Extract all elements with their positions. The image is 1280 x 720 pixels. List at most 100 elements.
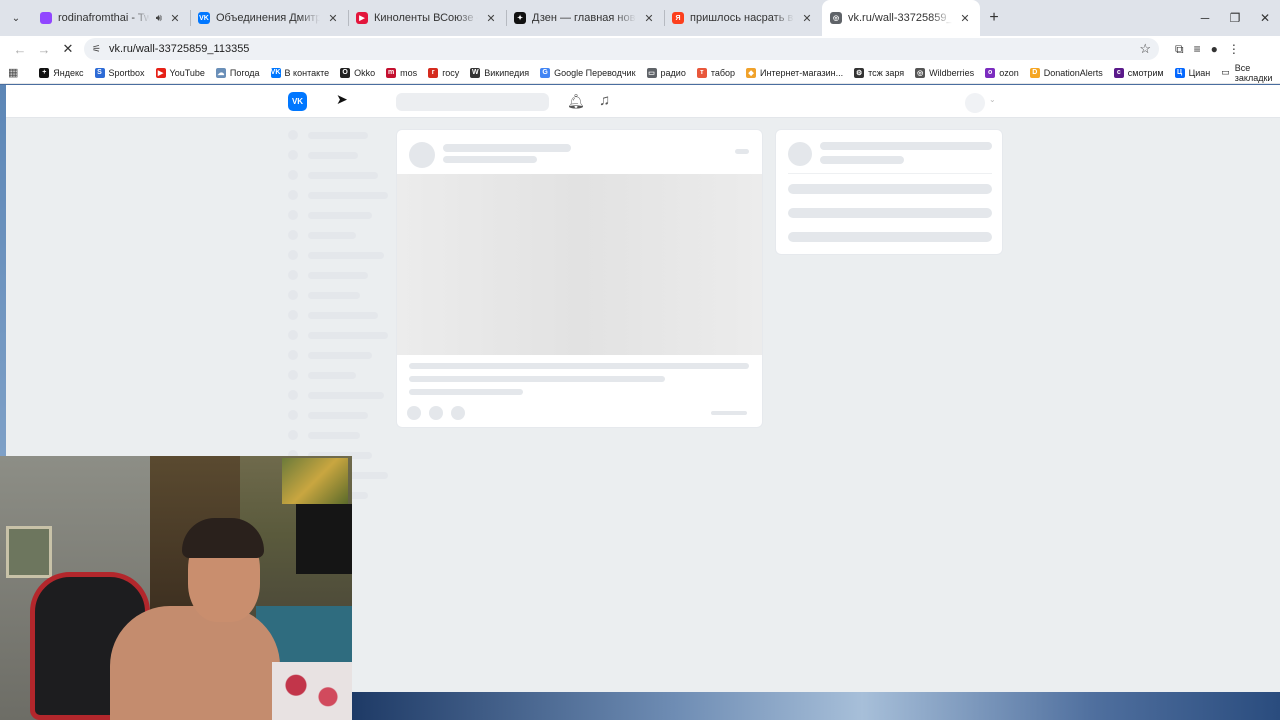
bookmark-item[interactable]: W Википедия xyxy=(470,67,530,78)
back-arrow-icon[interactable]: ← xyxy=(8,37,32,61)
menu-label-placeholder xyxy=(308,372,356,379)
tab-3[interactable]: ▶ Киноленты ВСоюзе — смотреть ✕ xyxy=(348,0,506,36)
bookmark-label: Википедия xyxy=(484,67,530,78)
bookmark-item[interactable]: D DonationAlerts xyxy=(1029,67,1103,78)
bookmark-label: госу xyxy=(442,67,460,78)
translate-icon: G xyxy=(540,67,551,78)
profile-icon[interactable]: ● xyxy=(1211,42,1218,56)
bookmark-item[interactable]: m mos xyxy=(386,67,417,78)
bookmark-item[interactable]: ◆ Интернет-магазин... xyxy=(746,67,843,78)
info-line-placeholder xyxy=(788,208,992,218)
bookmark-label: Sportbox xyxy=(108,67,145,78)
bookmark-label: ozon xyxy=(999,67,1019,78)
bookmark-item[interactable]: Ц Циан xyxy=(1174,67,1211,78)
tab-close-icon[interactable]: ✕ xyxy=(958,12,972,25)
tab-title: Объединения Дмитрия Зорина xyxy=(216,12,320,24)
tab-4[interactable]: ✦ Дзен — главная новостная инфо ✕ xyxy=(506,0,664,36)
bookmark-list: + Яндекс S Sportbox ▶ YouTube ☁ Погода VK В конта… xyxy=(39,67,1221,78)
menu-icon-placeholder xyxy=(288,230,298,240)
bookmark-item[interactable]: ☁ Погода xyxy=(215,67,260,78)
tab-close-icon[interactable]: ✕ xyxy=(484,12,498,25)
new-tab-plus-icon[interactable]: + xyxy=(980,9,1008,27)
tab-6[interactable]: ◎ vk.ru/wall-33725859_113355 ✕ xyxy=(822,0,980,36)
tab-close-icon[interactable]: ✕ xyxy=(800,12,814,25)
group-name-placeholder xyxy=(820,142,992,150)
sportbox-icon: S xyxy=(94,67,105,78)
menu-label-placeholder xyxy=(308,352,372,359)
bookmark-label: YouTube xyxy=(169,67,205,78)
menu-kebab-icon[interactable]: ⋮ xyxy=(1228,42,1240,56)
tszh-icon: ⚙ xyxy=(854,67,865,78)
bookmark-label: Яндекс xyxy=(53,67,84,78)
music-note-icon[interactable]: ♫ xyxy=(599,92,610,109)
menu-icon-placeholder xyxy=(288,290,298,300)
tab-close-icon[interactable]: ✕ xyxy=(326,12,340,25)
bookmark-item[interactable]: ▭ радио xyxy=(646,67,686,78)
menu-label-placeholder xyxy=(308,192,388,199)
webcam-flower-cloth xyxy=(272,662,352,720)
avatar[interactable] xyxy=(965,93,985,113)
tab-close-icon[interactable]: ✕ xyxy=(168,12,182,25)
menu-label-placeholder xyxy=(308,392,384,399)
vk-logo-icon[interactable]: VK xyxy=(288,92,307,111)
all-bookmarks-button[interactable]: ▭ Все закладки xyxy=(1221,63,1274,83)
bookmark-item[interactable]: S Sportbox xyxy=(94,67,145,78)
menu-label-placeholder xyxy=(308,332,388,339)
address-bar[interactable]: ⚟ vk.ru/wall-33725859_113355 ☆ xyxy=(84,38,1159,60)
bookmark-item[interactable]: с смотрим xyxy=(1113,67,1164,78)
post-text-line xyxy=(409,363,749,369)
bookmark-item[interactable]: o ozon xyxy=(985,67,1019,78)
bookmark-item[interactable]: VK В контакте xyxy=(270,67,329,78)
info-line-placeholder xyxy=(788,184,992,194)
webcam-person-body xyxy=(110,606,280,720)
search-input-placeholder[interactable] xyxy=(396,93,549,111)
bookmark-item[interactable]: г госу xyxy=(428,67,460,78)
tab-audio-icon[interactable]: 🔊︎ xyxy=(156,13,162,24)
media-controls-icon[interactable]: ≡ xyxy=(1194,42,1201,56)
ozon-icon: o xyxy=(985,67,996,78)
group-sub-placeholder xyxy=(820,156,904,164)
wikipedia-icon: W xyxy=(470,67,481,78)
apps-grid-icon[interactable]: ▦ xyxy=(8,66,23,79)
stop-loading-icon[interactable]: ✕ xyxy=(56,37,80,61)
address-url[interactable]: vk.ru/wall-33725859_113355 xyxy=(109,43,249,55)
menu-icon-placeholder xyxy=(288,250,298,260)
bookmark-label: Google Переводчик xyxy=(554,67,636,78)
tab-favicon-icon: ▶ xyxy=(356,12,368,24)
bookmark-item[interactable]: + Яндекс xyxy=(39,67,84,78)
tab-search-chevron-icon[interactable]: ⌄ xyxy=(0,0,32,36)
bookmark-item[interactable]: ⚙ тсж заря xyxy=(854,67,904,78)
tab-close-icon[interactable]: ✕ xyxy=(642,12,656,25)
webcam-painting xyxy=(282,458,348,504)
bookmark-item[interactable]: O Okko xyxy=(340,67,376,78)
forward-arrow-icon[interactable]: → xyxy=(32,37,56,61)
restore-icon[interactable]: ❐ xyxy=(1220,0,1250,36)
bookmark-label: Okko xyxy=(354,67,376,78)
extensions-icon[interactable]: ⧉ xyxy=(1175,42,1184,57)
tab-2[interactable]: VK Объединения Дмитрия Зорина ✕ xyxy=(190,0,348,36)
bookmark-item[interactable]: ▶ YouTube xyxy=(155,67,205,78)
tab-5[interactable]: Япришлось насрать в ванну — ✕ xyxy=(664,0,822,36)
chevron-down-icon[interactable]: ⌄ xyxy=(989,95,996,104)
info-line-placeholder xyxy=(788,232,992,242)
bookmark-item[interactable]: G Google Переводчик xyxy=(540,67,636,78)
notifications-bell-icon[interactable]: 🔔︎ xyxy=(567,93,585,110)
tab-1[interactable]: rodinafromthai - Twitch 🔊︎ ✕ xyxy=(32,0,190,36)
bookmark-item[interactable]: т табор xyxy=(696,67,735,78)
menu-icon-placeholder xyxy=(288,210,298,220)
comment-placeholder xyxy=(429,406,443,420)
minimize-icon[interactable]: ─ xyxy=(1190,0,1220,36)
bookmark-star-icon[interactable]: ☆ xyxy=(1139,41,1151,57)
bookmark-label: Циан xyxy=(1188,67,1211,78)
post-text-line xyxy=(409,376,665,382)
close-window-icon[interactable]: ✕ xyxy=(1250,0,1280,36)
post-date-placeholder xyxy=(443,156,537,163)
menu-icon-placeholder xyxy=(288,150,298,160)
post-image-placeholder xyxy=(397,174,762,355)
bookmark-item[interactable]: ◎ Wildberries xyxy=(915,67,974,78)
site-settings-icon[interactable]: ⚟ xyxy=(92,44,101,55)
tab-list: rodinafromthai - Twitch 🔊︎ ✕ VK Объединения … xyxy=(32,0,980,36)
webcam-tv xyxy=(296,504,352,574)
window-controls: ─ ❐ ✕ xyxy=(1190,0,1280,36)
menu-icon-placeholder xyxy=(288,370,298,380)
